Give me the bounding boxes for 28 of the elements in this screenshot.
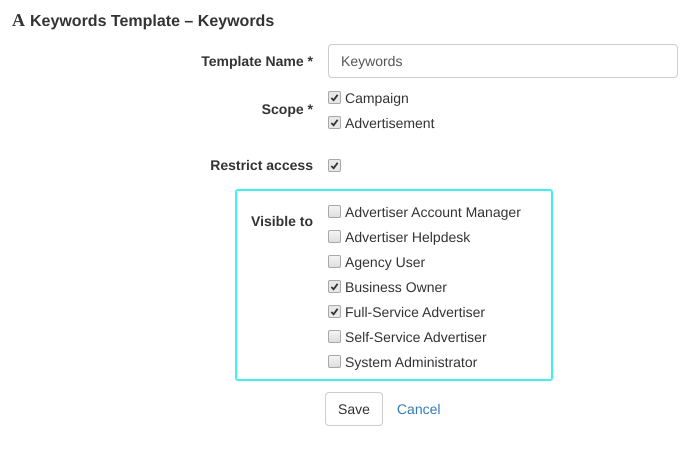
field-label: Template Name * — [201, 53, 313, 69]
checkbox[interactable] — [328, 280, 341, 293]
save-button[interactable]: Save — [325, 392, 383, 426]
checkbox[interactable] — [328, 158, 341, 172]
field-label: Scope * — [262, 101, 313, 117]
checkbox[interactable] — [328, 116, 341, 129]
checkbox[interactable] — [328, 355, 341, 368]
checkbox[interactable] — [328, 205, 341, 218]
option-label: Advertiser Helpdesk — [345, 228, 470, 244]
checkbox[interactable] — [328, 330, 341, 343]
checkbox[interactable] — [328, 230, 341, 243]
option-label: Advertisement — [345, 114, 434, 130]
option-label: Full-Service Advertiser — [345, 304, 486, 320]
checkbox[interactable] — [328, 255, 341, 268]
checkbox[interactable] — [328, 91, 341, 104]
page-title: Keywords Template – Keywords — [30, 13, 274, 31]
option-label: Agency User — [345, 254, 426, 270]
option-label: Self-Service Advertiser — [345, 328, 487, 344]
template-name-field[interactable]: Keywords — [328, 44, 678, 78]
option-label: System Administrator — [345, 354, 478, 370]
option-label: Business Owner — [345, 278, 447, 294]
cancel-link[interactable]: Cancel — [396, 401, 441, 417]
option-label: Advertiser Account Manager — [345, 204, 521, 220]
field-label: Visible to — [251, 213, 313, 229]
logo-icon: A — [12, 10, 25, 31]
option-label: Campaign — [345, 90, 409, 106]
checkbox[interactable] — [328, 305, 341, 318]
field-label: Restrict access — [210, 157, 313, 173]
